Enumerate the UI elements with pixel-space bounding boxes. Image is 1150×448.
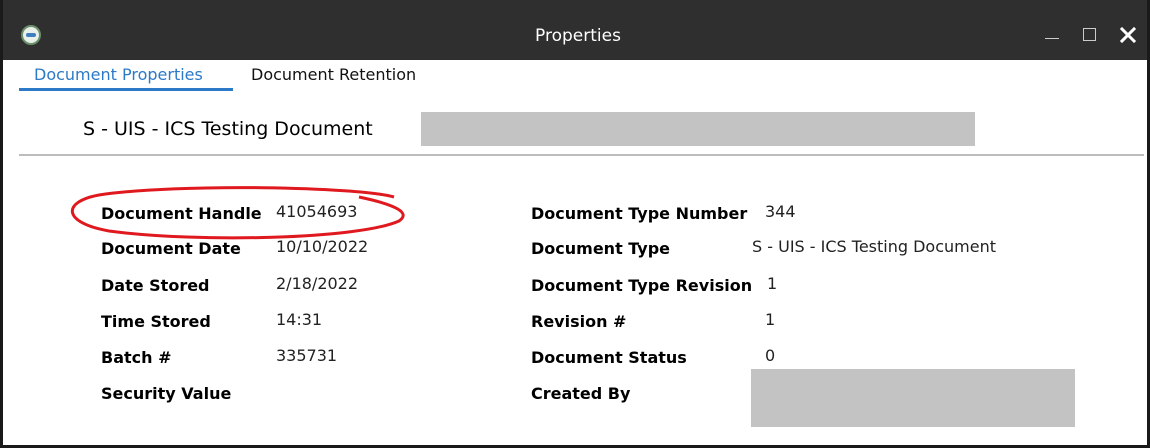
- created-by-label: Created By: [531, 384, 631, 403]
- document-status-value: 0: [765, 346, 776, 365]
- properties-window: Properties Document Properties Document …: [0, 0, 1150, 448]
- window-title: Properties: [535, 26, 621, 46]
- header-separator: [19, 154, 1144, 156]
- batch-number-label: Batch #: [101, 348, 172, 367]
- revision-number-label: Revision #: [531, 312, 627, 331]
- document-type-label: Document Type: [531, 239, 671, 258]
- date-stored-value: 2/18/2022: [276, 274, 359, 293]
- document-title: S - UIS - ICS Testing Document: [83, 118, 373, 140]
- document-type-number-value: 344: [765, 202, 796, 221]
- maximize-icon[interactable]: [1074, 20, 1104, 50]
- tab-bar: Document Properties Document Retention: [3, 60, 1147, 93]
- document-date-label: Document Date: [101, 239, 241, 258]
- document-type-revision-label: Document Type Revision: [531, 276, 753, 295]
- active-tab-indicator: [19, 88, 233, 91]
- redacted-title-block: [421, 112, 975, 146]
- security-value-label: Security Value: [101, 384, 232, 403]
- redacted-created-by: [751, 369, 1075, 427]
- tab-document-properties[interactable]: Document Properties: [34, 65, 203, 84]
- revision-number-value: 1: [765, 310, 776, 329]
- document-status-label: Document Status: [531, 348, 687, 367]
- tab-document-retention[interactable]: Document Retention: [251, 65, 416, 84]
- document-date-value: 10/10/2022: [276, 237, 369, 256]
- batch-number-value: 335731: [276, 346, 338, 365]
- document-handle-value: 41054693: [276, 202, 358, 221]
- title-bar: Properties: [3, 0, 1147, 60]
- date-stored-label: Date Stored: [101, 276, 210, 295]
- close-icon[interactable]: [1113, 20, 1143, 50]
- document-type-revision-value: 1: [767, 274, 778, 293]
- document-type-number-label: Document Type Number: [531, 204, 748, 223]
- document-handle-label: Document Handle: [101, 204, 262, 223]
- minimize-icon[interactable]: [1037, 20, 1067, 50]
- document-type-value: S - UIS - ICS Testing Document: [752, 237, 996, 256]
- time-stored-label: Time Stored: [101, 312, 211, 331]
- time-stored-value: 14:31: [276, 310, 323, 329]
